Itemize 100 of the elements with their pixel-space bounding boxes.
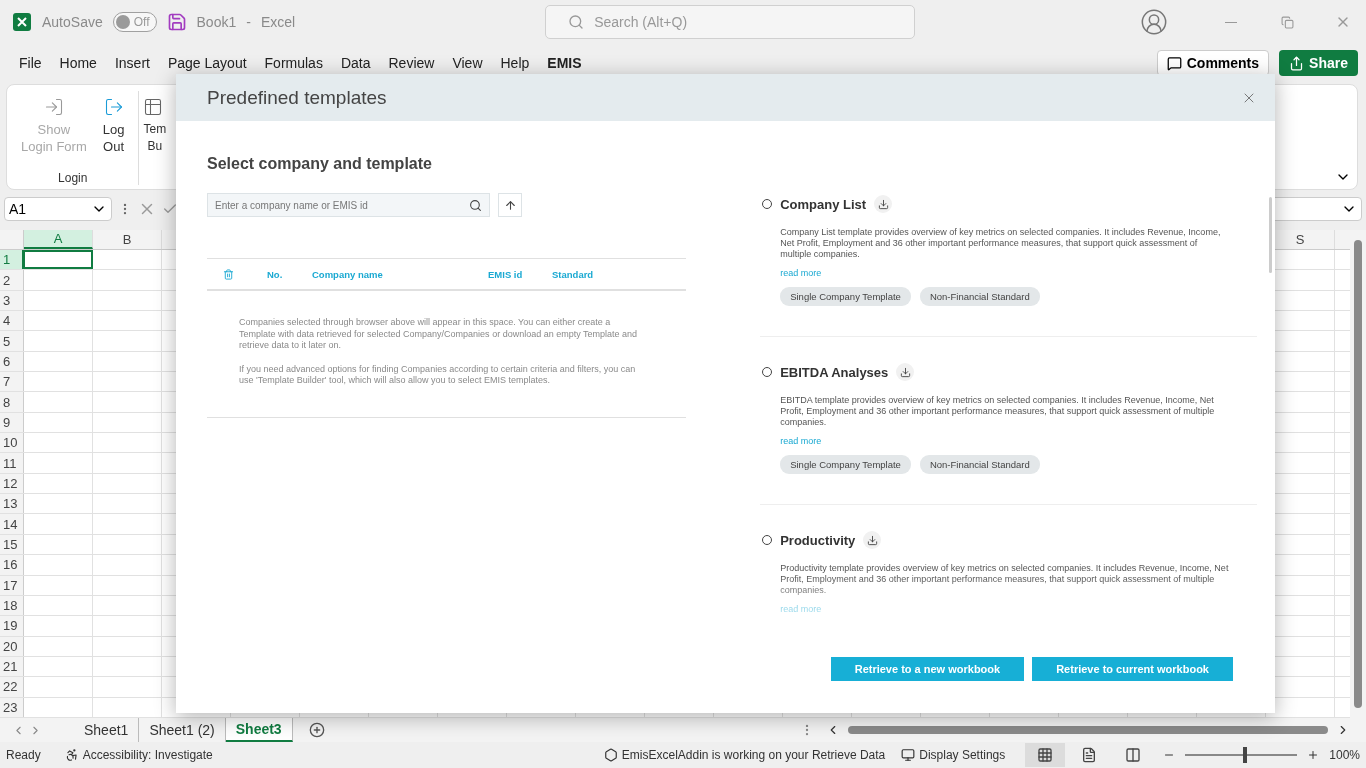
upload-button[interactable] [498, 193, 522, 217]
app-title: Excel [260, 14, 296, 30]
view-button[interactable] [1025, 743, 1066, 767]
row-header[interactable]: 23 [0, 697, 24, 717]
template-description: Company List template provides overview of key metrics on selected companies. It includes Revenue, Income, Net Profit, Employment and 36 other important performance measures, that support quick assessment of multiple companies. [780, 227, 1222, 260]
menu-tab[interactable]: EMIS [538, 48, 591, 78]
row-header[interactable]: 8 [0, 392, 24, 412]
row-header[interactable]: 3 [0, 290, 24, 311]
table-icon [143, 97, 164, 117]
zoom-level[interactable]: 100% [1329, 748, 1360, 762]
search-icon [469, 198, 482, 212]
download-icon [866, 534, 878, 546]
menu-tab[interactable]: View [443, 48, 492, 78]
sheet-tab[interactable]: Sheet1 [74, 718, 140, 742]
company-search-field[interactable]: Enter a company name or EMIS id [207, 193, 490, 217]
page-icon [1081, 747, 1098, 763]
row-header[interactable]: 11 [0, 453, 24, 473]
monitor-icon [901, 748, 916, 762]
row-header[interactable]: 21 [0, 656, 24, 677]
template-tag: Single Company Template [780, 287, 911, 306]
column-heading: Standard [552, 268, 595, 280]
zoom-in-icon[interactable] [1307, 749, 1320, 761]
minimize-icon [1225, 21, 1237, 23]
download-button[interactable] [896, 363, 915, 381]
row-header[interactable]: 6 [0, 351, 24, 372]
row-header[interactable]: 14 [0, 514, 24, 534]
download-icon [899, 366, 911, 378]
accessibility-status[interactable]: Accessibility: Investigate [64, 748, 213, 762]
group-label: Login [58, 171, 88, 185]
horizontal-scrollbar[interactable] [848, 726, 1328, 734]
autosave-label: AutoSave [42, 14, 103, 30]
user-avatar-icon[interactable] [1140, 8, 1168, 36]
restore-icon [1280, 15, 1294, 29]
comments-button[interactable]: Comments [1156, 50, 1270, 76]
menu-tab[interactable]: Formulas [255, 48, 332, 78]
grid-icon [1037, 747, 1054, 763]
download-button[interactable] [874, 195, 893, 213]
row-header[interactable]: 20 [0, 636, 24, 656]
column-heading: Company name [312, 268, 384, 280]
sheet-tab[interactable]: Sheet1 (2) [139, 718, 226, 742]
share-button[interactable]: Share [1279, 50, 1358, 76]
menu-tab[interactable]: Review [379, 48, 444, 78]
page-break-icon [1125, 747, 1142, 763]
row-header[interactable]: 18 [0, 595, 24, 616]
plus-icon [308, 722, 325, 738]
row-header[interactable]: 16 [0, 555, 24, 575]
template-name: EBITDA Analyses [780, 364, 889, 380]
list-scrollbar[interactable] [1269, 197, 1272, 273]
row-header[interactable]: 1 [0, 250, 24, 270]
row-header[interactable]: 17 [0, 575, 24, 595]
column-header[interactable]: B [93, 230, 162, 249]
document-title: Book1 [196, 14, 237, 30]
sheet-tab[interactable]: Sheet3 [225, 718, 293, 742]
zoom-thumb[interactable] [1242, 747, 1247, 763]
row-header[interactable]: 4 [0, 311, 24, 331]
row-header[interactable]: 22 [0, 677, 24, 697]
row-header[interactable]: 9 [0, 412, 24, 433]
column-heading: No. [267, 268, 284, 280]
row-header[interactable]: 12 [0, 473, 24, 494]
sign-in-icon [43, 97, 64, 117]
accessibility-icon [64, 748, 79, 762]
active-cell[interactable] [23, 250, 93, 270]
excel-logo-icon [12, 12, 32, 32]
empty-state-text: Companies selected through browser above will appear in this space. You can either create a Template with data retrieved for selected Company/Companies or download an empty Template and retrieve data to it later on. [239, 317, 639, 352]
template-tag: Non-Financial Standard [919, 287, 1040, 306]
menu-tab[interactable]: Home [50, 48, 106, 78]
menu-tab[interactable]: Help [491, 48, 539, 78]
template-radio[interactable] [762, 367, 773, 377]
title-separator: - [246, 14, 251, 30]
arrow-up-icon [503, 198, 517, 212]
vertical-scrollbar[interactable] [1350, 230, 1366, 718]
display-settings-button[interactable]: Display Settings [901, 748, 1006, 762]
row-header[interactable]: 19 [0, 616, 24, 636]
dialog-title: Predefined templates [207, 86, 387, 109]
row-header[interactable]: 15 [0, 534, 24, 555]
row-header[interactable]: 2 [0, 270, 24, 290]
menu-tab[interactable]: File [10, 48, 51, 78]
row-header[interactable]: 5 [0, 331, 24, 351]
template-radio[interactable] [762, 199, 773, 209]
sign-out-icon [103, 97, 124, 117]
comment-icon [1166, 55, 1182, 71]
share-icon [1289, 55, 1305, 71]
column-header[interactable]: A [24, 230, 93, 249]
hexagon-icon [603, 748, 618, 762]
row-header[interactable]: 7 [0, 372, 24, 392]
menu-tab[interactable]: Insert [105, 48, 159, 78]
column-heading: EMIS id [488, 268, 524, 280]
download-button[interactable] [863, 531, 882, 549]
template-radio[interactable] [762, 535, 773, 545]
row-header[interactable]: 13 [0, 494, 24, 514]
name-box[interactable]: A1 [4, 197, 112, 221]
menu-tab[interactable]: Page Layout [158, 48, 256, 78]
save-icon[interactable] [166, 12, 187, 32]
search-icon [568, 14, 585, 30]
menu-tab[interactable]: Data [331, 48, 380, 78]
row-header[interactable]: 10 [0, 433, 24, 453]
addin-status: EmisExcelAddin is working on your Retrieve Data [603, 748, 886, 762]
ribbon-button[interactable]: Tem Bu [141, 91, 167, 185]
ribbon-button[interactable]: Log Out [94, 91, 133, 171]
template-name: Productivity [780, 532, 856, 548]
